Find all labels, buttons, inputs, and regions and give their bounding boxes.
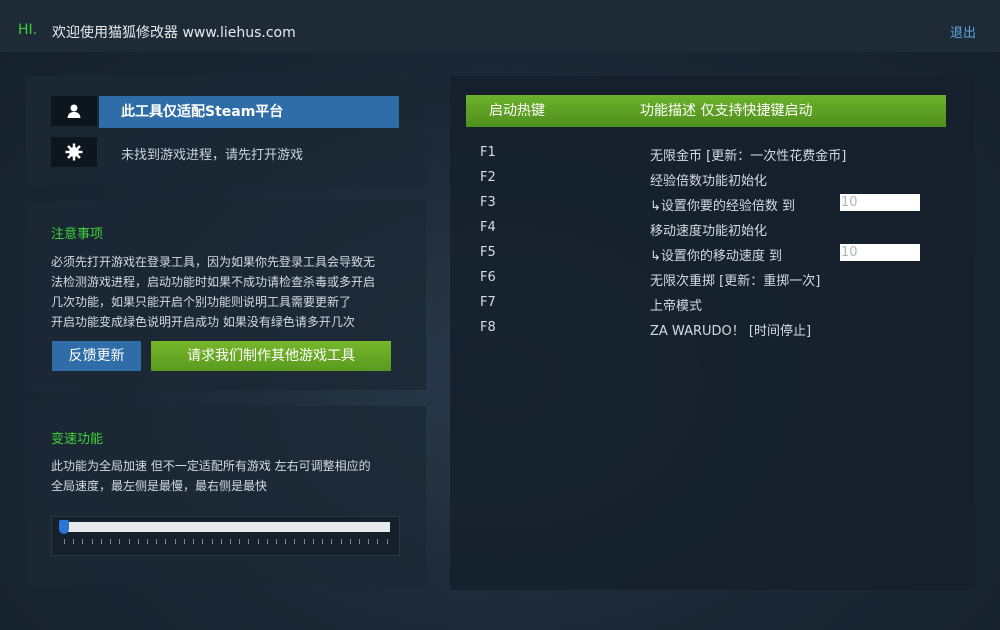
hotkey-row: F7 上帝模式 [480, 295, 930, 315]
feedback-button[interactable]: 反馈更新 [52, 341, 141, 371]
slider-tick [91, 539, 93, 544]
hotkey-description: ↳设置你要的经验倍数 到 [650, 199, 796, 214]
hotkey-description: 无限金币 [更新：一次性花费金币] [650, 149, 847, 164]
speed-description: 此功能为全局加速 但不一定适配所有游戏 左右可调整相应的 全局速度，最左侧是最慢… [51, 456, 411, 496]
notes-line: 几次功能，如果只能开启个别功能则说明工具需要更新了 [51, 295, 352, 309]
slider-tick [202, 539, 204, 544]
hotkeys-panel: 启动热键 功能描述 仅支持快捷键启动 F1 无限金币 [更新：一次性花费金币] F2… [450, 76, 975, 590]
hotkey-row: F2 经验倍数功能初始化 [480, 170, 930, 190]
slider-tick [82, 539, 84, 544]
slider-track[interactable] [62, 522, 390, 532]
logout-link[interactable]: 退出 [950, 22, 976, 41]
notes-line: 必须先打开游戏在登录工具，因为如果你先登录工具会导致无 [51, 255, 376, 269]
hotkey-description: 上帝模式 [650, 299, 703, 314]
slider-tick [64, 539, 65, 544]
slider-tick [303, 539, 305, 544]
slider-tick [146, 539, 148, 544]
platform-label: 此工具仅适配Steam平台 [99, 96, 399, 128]
hotkeys-header: 启动热键 功能描述 仅支持快捷键启动 [466, 95, 946, 127]
slider-tick [211, 539, 213, 544]
notes-panel: 注意事项 必须先打开游戏在登录工具，因为如果你先登录工具会导致无 法检测游戏进程… [26, 201, 426, 390]
notes-line: 开启功能变成绿色说明开启成功 如果没有绿色请多开几次 [51, 315, 355, 329]
value-input[interactable] [840, 194, 920, 211]
description-column-header: 功能描述 仅支持快捷键启动 [640, 103, 813, 119]
slider-tick [285, 539, 287, 544]
hi-label: HI. [18, 22, 38, 38]
slider-tick [229, 539, 231, 544]
hotkey-column-header: 启动热键 [489, 103, 545, 119]
slider-tick [165, 539, 167, 544]
status-panel: 此工具仅适配Steam平台 未找到游戏进程，请先打开游戏 [26, 76, 426, 186]
hotkey-key: F7 [480, 295, 496, 310]
slider-tick [220, 539, 222, 544]
slider-tick [276, 539, 278, 544]
hotkey-row: F6 无限次重掷 [更新：重掷一次] [480, 270, 930, 290]
speed-panel: 变速功能 此功能为全局加速 但不一定适配所有游戏 左右可调整相应的 全局速度，最… [26, 406, 426, 586]
hotkey-key: F4 [480, 220, 496, 235]
hotkey-key: F2 [480, 170, 496, 185]
speed-slider[interactable] [51, 516, 400, 556]
user-icon [51, 96, 97, 126]
welcome-text: 欢迎使用猫狐修改器 www.liehus.com [52, 25, 296, 41]
slider-tick [100, 539, 102, 544]
slider-tick [312, 539, 314, 544]
slider-tick [377, 539, 379, 544]
slider-tick [156, 539, 158, 544]
hotkey-description: 无限次重掷 [更新：重掷一次] [650, 274, 821, 289]
slider-ticks [64, 539, 388, 545]
slider-tick [119, 539, 121, 544]
slider-tick [193, 539, 195, 544]
hotkey-row: F3 ↳设置你要的经验倍数 到 [480, 194, 930, 215]
slider-tick [359, 539, 360, 544]
gear-icon [51, 137, 97, 167]
hotkey-key: F5 [480, 245, 496, 260]
slider-tick [294, 539, 296, 544]
hotkey-row: F1 无限金币 [更新：一次性花费金币] [480, 145, 930, 165]
slider-tick [340, 539, 342, 544]
slider-tick [349, 539, 351, 544]
hotkey-key: F3 [480, 195, 496, 210]
slider-tick [174, 539, 176, 544]
hotkey-row: F4 移动速度功能初始化 [480, 220, 930, 240]
speed-line: 全局速度，最左侧是最慢，最右侧是最快 [51, 479, 268, 493]
hotkey-key: F1 [480, 145, 496, 160]
slider-tick [183, 539, 185, 544]
slider-tick [331, 539, 333, 544]
slider-tick [266, 539, 268, 544]
notes-title: 注意事项 [51, 227, 104, 242]
value-input[interactable] [840, 244, 920, 261]
hotkey-row: F5 ↳设置你的移动速度 到 [480, 244, 930, 265]
hotkey-description: ↳设置你的移动速度 到 [650, 249, 783, 264]
hotkey-key: F8 [480, 320, 496, 335]
slider-tick [137, 539, 139, 544]
hotkey-description: 经验倍数功能初始化 [650, 174, 768, 189]
slider-tick [257, 539, 259, 544]
request-tools-button[interactable]: 请求我们制作其他游戏工具 [151, 341, 391, 371]
slider-thumb[interactable] [59, 520, 69, 534]
process-status-text: 未找到游戏进程，请先打开游戏 [121, 148, 304, 163]
slider-tick [248, 539, 250, 544]
hotkey-description: 移动速度功能初始化 [650, 224, 768, 239]
hotkey-row: F8 ZA WARUDO！ [时间停止] [480, 320, 930, 340]
speed-line: 此功能为全局加速 但不一定适配所有游戏 左右可调整相应的 [51, 459, 371, 473]
notes-line: 法检测游戏进程，启动功能时如果不成功请检查杀毒或多开启 [51, 275, 376, 289]
slider-tick [386, 539, 388, 544]
slider-tick [239, 539, 241, 544]
slider-tick [322, 539, 324, 544]
slider-tick [368, 539, 370, 544]
hotkey-key: F6 [480, 270, 496, 285]
slider-tick [110, 539, 112, 544]
hotkey-description: ZA WARUDO！ [时间停止] [650, 324, 812, 339]
slider-tick [73, 539, 75, 544]
slider-tick [128, 539, 130, 544]
speed-title: 变速功能 [51, 432, 104, 447]
notes-body: 必须先打开游戏在登录工具，因为如果你先登录工具会导致无 法检测游戏进程，启动功能… [51, 252, 411, 332]
title-bar: HI. 欢迎使用猫狐修改器 www.liehus.com 退出 [0, 0, 1000, 52]
